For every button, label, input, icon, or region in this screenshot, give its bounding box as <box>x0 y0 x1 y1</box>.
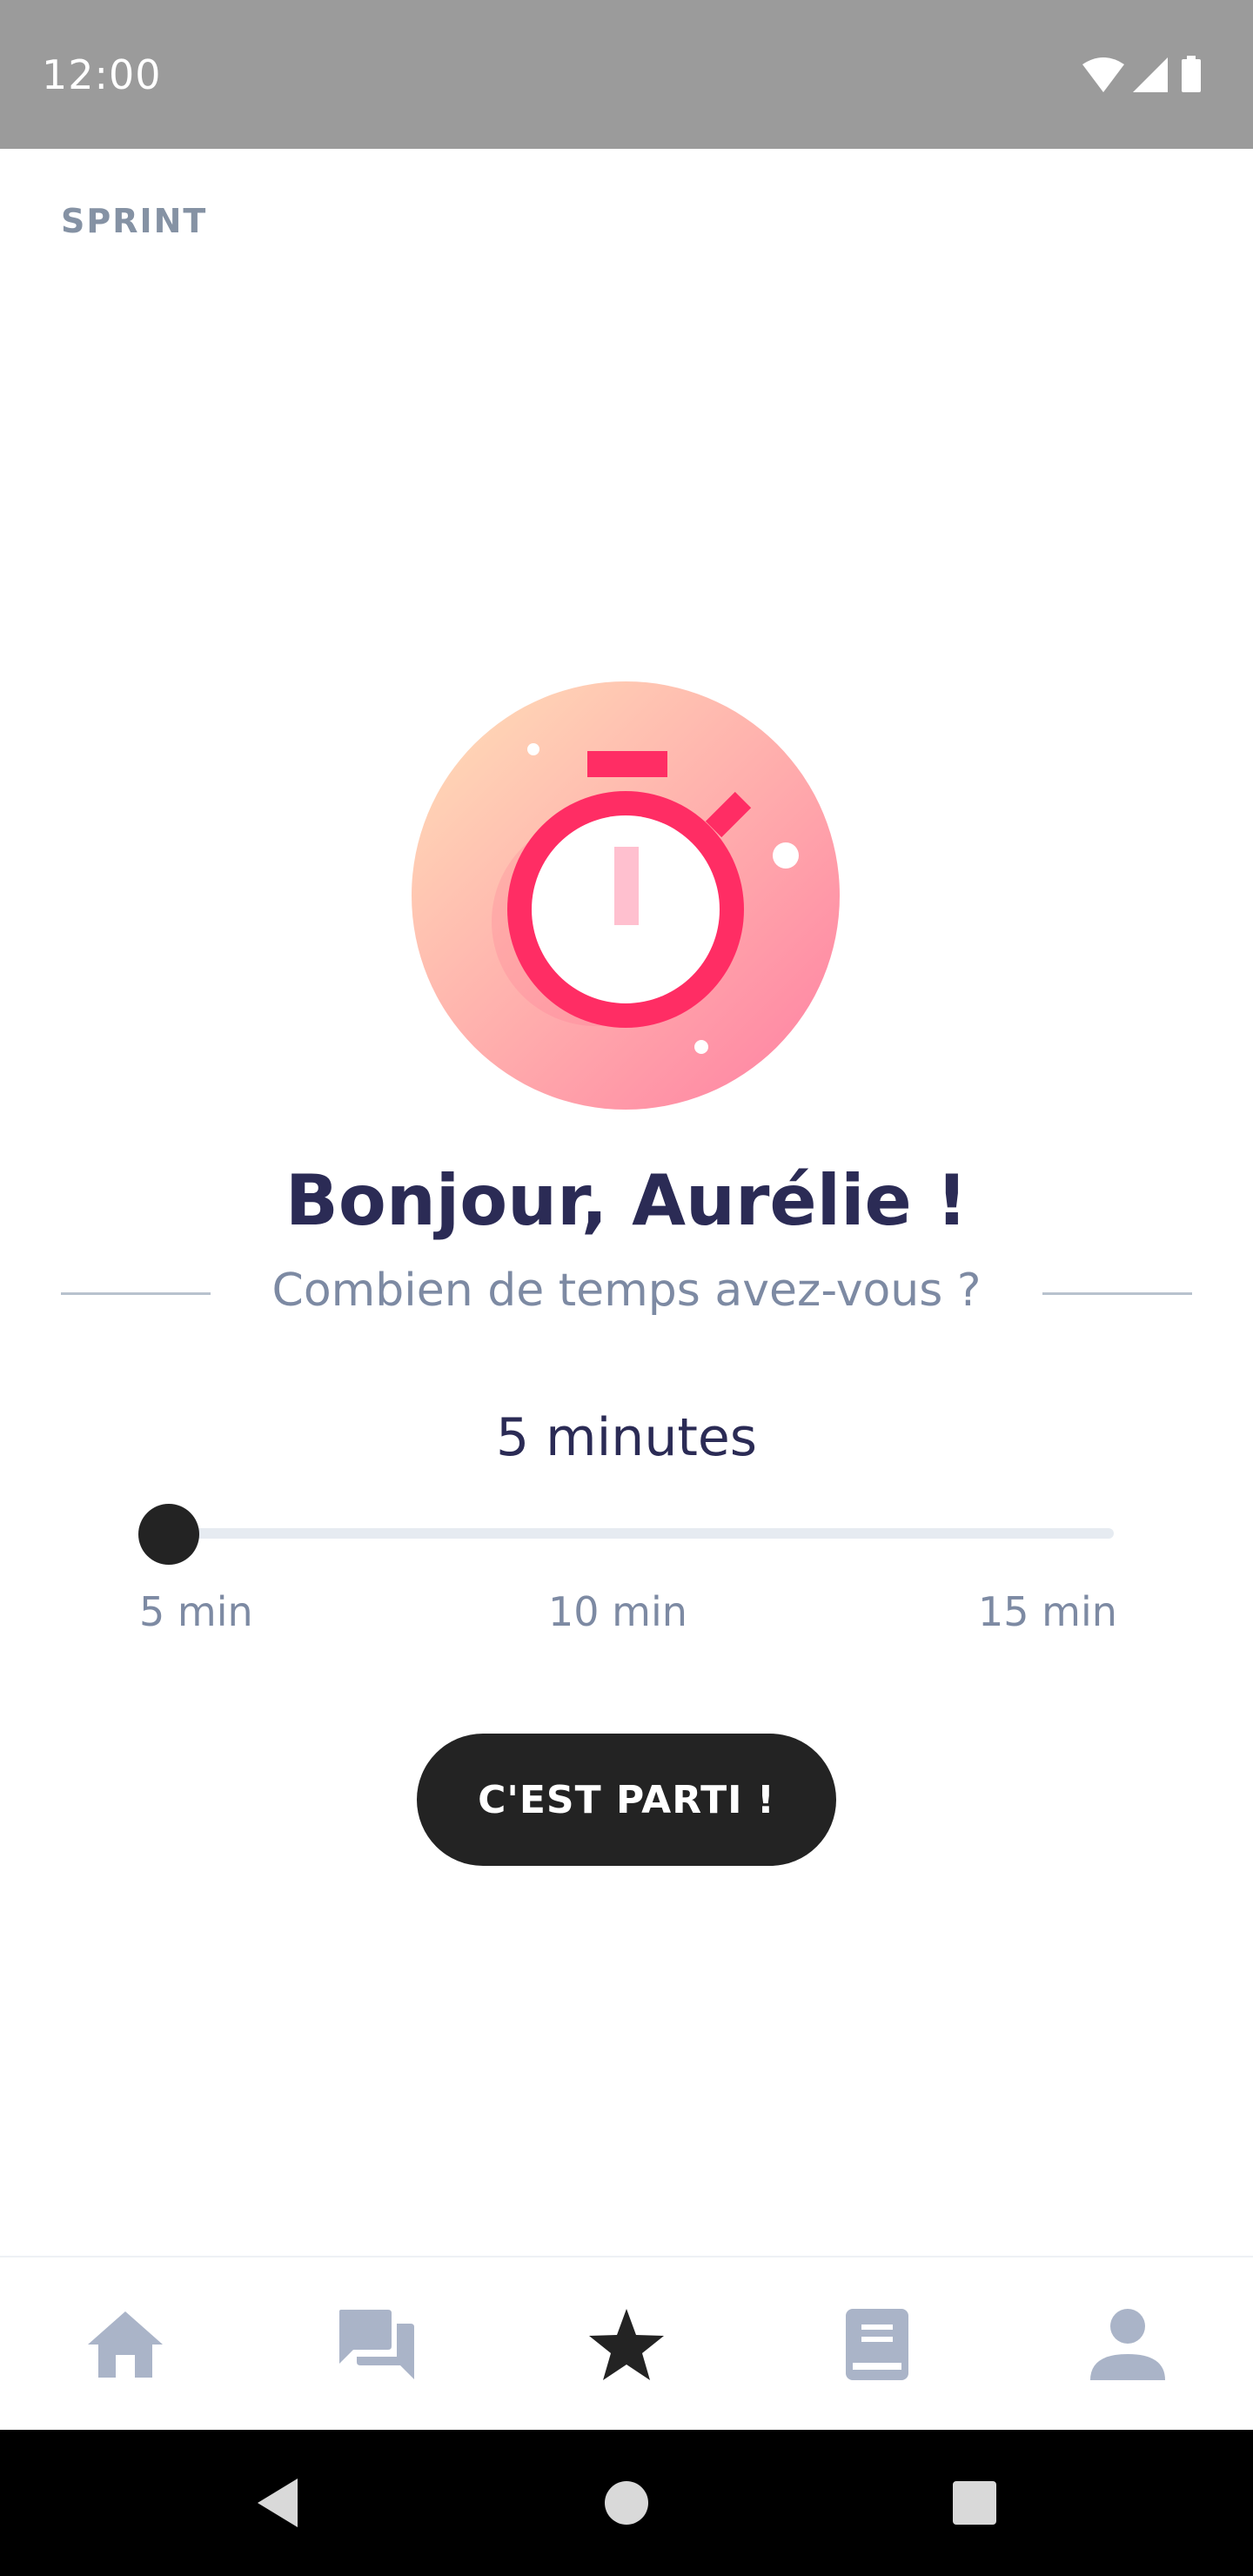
stopwatch-illustration <box>412 681 840 1110</box>
nav-back-button[interactable] <box>244 2468 313 2538</box>
slider-tick-label: 15 min <box>978 1588 1117 1635</box>
divider-right <box>1042 1292 1192 1295</box>
book-icon <box>846 2309 908 2380</box>
tab-profile[interactable] <box>1084 2301 1171 2388</box>
home-circle-icon <box>605 2481 648 2525</box>
status-time: 12:00 <box>42 51 162 98</box>
slider-tick-label: 5 min <box>139 1588 253 1635</box>
stopwatch-icon <box>412 681 840 1110</box>
profile-icon <box>1090 2309 1165 2380</box>
tab-sprint[interactable] <box>583 2301 670 2388</box>
slider-tick-label: 10 min <box>548 1588 687 1635</box>
tab-home[interactable] <box>82 2301 169 2388</box>
duration-value: 5 minutes <box>495 1407 758 1468</box>
question-subtitle: Combien de temps avez-vous ? <box>271 1265 982 1317</box>
bottom-tab-bar <box>0 2256 1253 2432</box>
star-icon <box>589 2309 664 2380</box>
back-icon <box>258 2479 298 2527</box>
signal-icon <box>1133 57 1168 92</box>
status-icons <box>1081 54 1211 96</box>
start-button[interactable]: C'EST PARTI ! <box>417 1734 836 1866</box>
nav-home-button[interactable] <box>592 2468 661 2538</box>
status-bar: 12:00 <box>0 0 1253 149</box>
system-nav-bar <box>0 2430 1253 2576</box>
greeting-title: Bonjour, Aurélie ! <box>285 1160 968 1241</box>
wifi-icon <box>1082 57 1124 92</box>
chat-icon <box>339 2310 414 2379</box>
tab-messages[interactable] <box>333 2301 420 2388</box>
tab-library[interactable] <box>834 2301 921 2388</box>
page-label: SPRINT <box>61 202 208 240</box>
duration-slider-thumb[interactable] <box>138 1504 199 1565</box>
divider-left <box>61 1292 211 1295</box>
home-icon <box>88 2311 163 2378</box>
battery-icon <box>1182 56 1201 92</box>
duration-slider-track[interactable] <box>169 1528 1114 1539</box>
nav-recents-button[interactable] <box>940 2468 1009 2538</box>
recents-icon <box>953 2481 996 2525</box>
